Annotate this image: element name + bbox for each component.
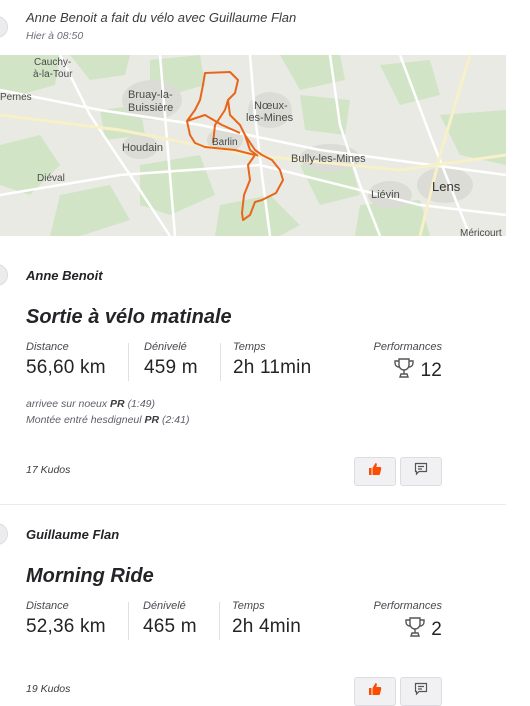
stat-value: 2h 4min (232, 616, 301, 637)
map-label-lievin: Liévin (371, 189, 400, 201)
stat-label: Dénivelé (144, 341, 187, 353)
stat-performances[interactable]: Performances 12 (374, 341, 442, 385)
athlete-name[interactable]: Guillaume Flan (26, 527, 119, 542)
stat-value: 465 m (143, 616, 197, 637)
achievements-list: arrivee sur noeux PR (1:49) Montée entré… (26, 396, 189, 428)
map-label-dieval: Diéval (37, 173, 65, 184)
stat-divider (128, 343, 129, 381)
map-label-noeux: Nœux- (254, 100, 288, 112)
stat-elevation: Dénivelé 459 m (144, 341, 198, 379)
kudos-count[interactable]: 17 Kudos (26, 464, 70, 476)
map-label-pernes: Pernes (0, 92, 32, 103)
stat-distance: Distance 56,60 km (26, 341, 106, 379)
stat-divider (219, 602, 220, 640)
activity-title[interactable]: Morning Ride (26, 565, 154, 588)
stat-label: Temps (232, 600, 265, 612)
stat-label: Performances (373, 341, 442, 353)
activity-title[interactable]: Sortie à vélo matinale (26, 306, 232, 329)
map-label-a-la-tour: à-la-Tour (33, 69, 73, 80)
achievement-row[interactable]: Montée entré hesdigneul PR (2:41) (26, 412, 189, 428)
comment-icon (414, 682, 428, 701)
kudos-button[interactable] (354, 677, 396, 706)
stat-value: 12 (420, 359, 442, 381)
thumbs-up-icon (368, 682, 382, 701)
map-label-houdain: Houdain (122, 142, 163, 154)
comment-button[interactable] (400, 677, 442, 706)
comment-button[interactable] (400, 457, 442, 486)
stat-elevation: Dénivelé 465 m (143, 600, 197, 638)
kudos-button[interactable] (354, 457, 396, 486)
stat-value: 459 m (144, 357, 198, 378)
stat-divider (220, 343, 221, 381)
stat-distance: Distance 52,36 km (26, 600, 106, 638)
athlete-avatar[interactable] (0, 523, 8, 545)
map-label-barlin: Barlin (212, 137, 238, 148)
stat-value: 2 (431, 618, 442, 640)
stat-value: 2h 11min (233, 357, 312, 378)
stat-label: Distance (26, 600, 69, 612)
thumbs-up-icon (368, 462, 382, 481)
athlete-avatar[interactable] (0, 264, 8, 286)
stat-label: Dénivelé (143, 600, 186, 612)
stat-value: 52,36 km (26, 616, 106, 637)
group-activity-title: Anne Benoit a fait du vélo avec Guillaum… (26, 10, 297, 25)
comment-icon (414, 462, 428, 481)
trophy-icon (392, 356, 416, 385)
stat-performances[interactable]: Performances 2 (374, 600, 442, 644)
map-label-bruay: Bruay-la- (128, 89, 173, 101)
map-label-bully: Bully-les-Mines (291, 153, 366, 165)
stat-label: Performances (373, 600, 442, 612)
stat-time: Temps 2h 11min (233, 341, 311, 379)
group-activity-time: Hier à 08:50 (26, 30, 84, 42)
map-label-cauchy: Cauchy- (34, 57, 71, 68)
stat-value: 56,60 km (26, 357, 106, 378)
map-label-les-mines: les-Mines (246, 112, 294, 124)
trophy-icon (403, 615, 427, 644)
athlete-name[interactable]: Anne Benoit (26, 268, 103, 283)
map-label-lens: Lens (432, 179, 461, 194)
stat-divider (128, 602, 129, 640)
map-canvas: Cauchy- à-la-Tour Pernes Bruay-la- Buiss… (0, 55, 506, 236)
stat-label: Temps (233, 341, 266, 353)
stat-time: Temps 2h 4min (232, 600, 301, 638)
achievement-row[interactable]: arrivee sur noeux PR (1:49) (26, 396, 189, 412)
route-map[interactable]: Cauchy- à-la-Tour Pernes Bruay-la- Buiss… (0, 55, 506, 236)
stat-label: Distance (26, 341, 69, 353)
feed-separator (0, 504, 506, 505)
group-avatar[interactable] (0, 16, 8, 38)
map-label-buissiere: Buissière (128, 102, 173, 114)
map-label-mericourt: Méricourt (460, 228, 502, 236)
kudos-count[interactable]: 19 Kudos (26, 683, 70, 695)
